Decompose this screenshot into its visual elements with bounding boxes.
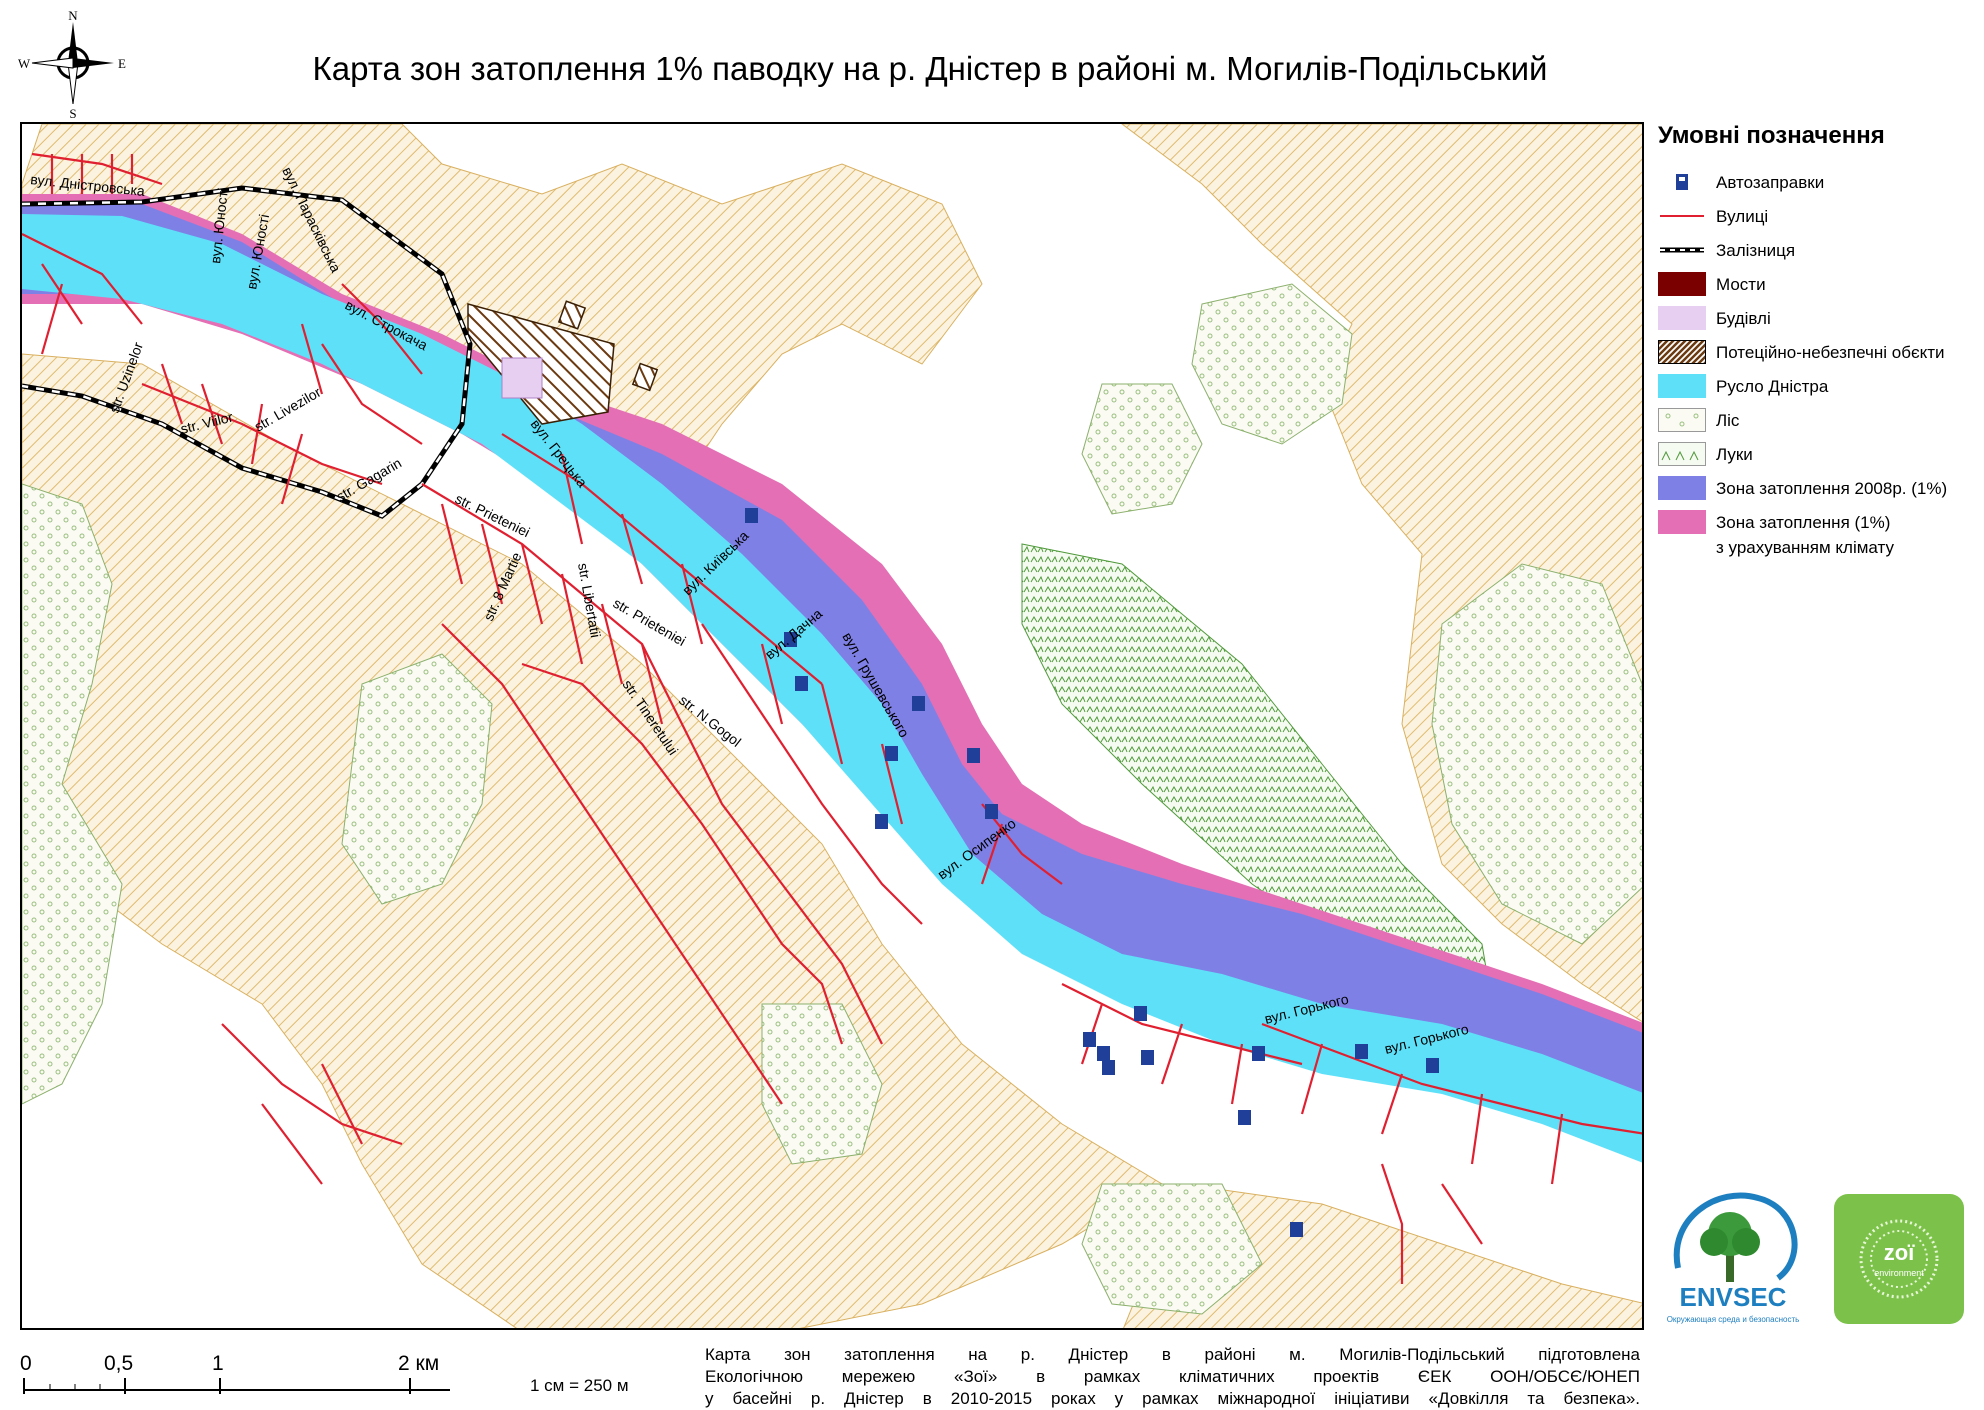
- zoi-logo-subtext: environment: [1874, 1268, 1924, 1278]
- legend-item-label: Автозаправки: [1716, 173, 1825, 192]
- legend-swatch-meadow: [1658, 442, 1706, 466]
- gas-station-icon: [1355, 1044, 1368, 1059]
- legend-item: Мости: [1652, 270, 1982, 304]
- gas-station-icon: [1134, 1006, 1147, 1021]
- legend-swatch-gas-station: [1676, 174, 1688, 190]
- legend-item: Будівлі: [1652, 304, 1982, 338]
- legend-item: Потеційно-небезпечні обєкти: [1652, 338, 1982, 372]
- gas-station-icon: [1097, 1046, 1110, 1061]
- compass-n: N: [68, 8, 78, 23]
- scale-tick-0: 0: [20, 1352, 32, 1375]
- legend-item-label: Зона затоплення (1%): [1716, 513, 1891, 532]
- legend-item: Залізниця: [1652, 236, 1982, 270]
- legend-item: Зона затоплення 2008р. (1%): [1652, 474, 1982, 508]
- scale-tick-2km: 2 км: [398, 1352, 440, 1375]
- legend-swatch-fill: [1658, 476, 1706, 500]
- gas-station-icon: [795, 676, 808, 691]
- zoi-logo: zoï environment: [1834, 1194, 1964, 1324]
- gas-station-icon: [875, 814, 888, 829]
- legend-item-label: Потеційно-небезпечні обєкти: [1716, 343, 1945, 362]
- legend-swatch-fill: [1658, 510, 1706, 534]
- zoi-logo-text: zoï: [1884, 1240, 1915, 1265]
- envsec-logo-text: ENVSEC: [1680, 1282, 1787, 1312]
- scale-ratio: 1 см = 250 м: [530, 1376, 629, 1395]
- gas-station-icon: [985, 804, 998, 819]
- gas-station-icon: [1290, 1222, 1303, 1237]
- credits-line: Екологічною мережею «Зої» в рамках кліма…: [705, 1367, 1640, 1386]
- legend-item-label: Мости: [1716, 275, 1766, 294]
- legend-item: Русло Дністра: [1652, 372, 1982, 406]
- compass-s: S: [69, 106, 76, 118]
- legend-item-label-line2: з урахуванням клімату: [1716, 538, 1894, 557]
- credits-text: Карта зон затоплення на р. Дністер в рай…: [705, 1344, 1640, 1410]
- legend-item: Зона затоплення (1%) з урахуванням клімат…: [1652, 508, 1982, 568]
- legend-item: Автозаправки: [1652, 168, 1982, 202]
- legend-item-label: Зона затоплення 2008р. (1%): [1716, 479, 1948, 498]
- legend-swatch-fill: [1658, 374, 1706, 398]
- map-canvas[interactable]: вул. Дністровська вул. Юності вул. Юност…: [22, 124, 1644, 1330]
- gas-station-icon: [912, 696, 925, 711]
- gas-station-icon: [967, 748, 980, 763]
- legend-title: Умовні позначення: [1658, 122, 1885, 149]
- gas-station-icon: [1426, 1058, 1439, 1073]
- gas-station-icon: [1102, 1060, 1115, 1075]
- legend-item: Луки: [1652, 440, 1982, 474]
- legend-item: Ліс: [1652, 406, 1982, 440]
- gas-station-icon: [1252, 1046, 1265, 1061]
- envsec-logo-subtext: Окружающая среда и безопасность: [1667, 1315, 1800, 1324]
- compass-e: E: [118, 56, 126, 71]
- legend-item-label: Залізниця: [1716, 241, 1796, 260]
- legend-item-label: Луки: [1716, 445, 1753, 464]
- legend-item-label: Вулиці: [1716, 207, 1769, 226]
- gas-station-icon: [1083, 1032, 1096, 1047]
- legend-swatch-railway: [1660, 247, 1704, 253]
- legend-swatch-hatch: [1658, 340, 1706, 364]
- map-legend: Умовні позначення Автозаправки Вулиці Залі…: [1652, 122, 1982, 568]
- gas-station-icon: [885, 746, 898, 761]
- credits-line: у басейні р. Дністер в 2010-2015 роках у…: [705, 1389, 1640, 1408]
- map-title: Карта зон затоплення 1% паводку на р. Дн…: [312, 50, 1548, 87]
- legend-item-label: Русло Дністра: [1716, 377, 1829, 396]
- credits-line: Карта зон затоплення на р. Дністер в рай…: [705, 1345, 1640, 1364]
- gas-station-icon: [1141, 1050, 1154, 1065]
- map-frame[interactable]: вул. Дністровська вул. Юності вул. Юност…: [20, 122, 1644, 1330]
- legend-item-label: Ліс: [1716, 411, 1740, 430]
- compass-w: W: [18, 56, 31, 71]
- building-block: [501, 357, 543, 399]
- legend-items: Автозаправки Вулиці Залізниця Мости Будівлі П…: [1652, 168, 1982, 568]
- legend-swatch-line: [1660, 215, 1704, 217]
- legend-item-label: Будівлі: [1716, 309, 1771, 328]
- scale-tick-1: 1: [212, 1352, 224, 1375]
- legend-swatch-forest: [1658, 408, 1706, 432]
- legend-swatch-fill: [1658, 272, 1706, 296]
- compass-rose-icon: N S W E: [18, 8, 126, 118]
- gas-station-icon: [745, 508, 758, 523]
- scale-tick-05: 0,5: [104, 1352, 134, 1375]
- legend-swatch-fill: [1658, 306, 1706, 330]
- scale-bar: [23, 1378, 450, 1394]
- envsec-logo: ENVSEC Окружающая среда и безопасность: [1667, 1192, 1800, 1324]
- legend-item: Вулиці: [1652, 202, 1982, 236]
- gas-station-icon: [1238, 1110, 1251, 1125]
